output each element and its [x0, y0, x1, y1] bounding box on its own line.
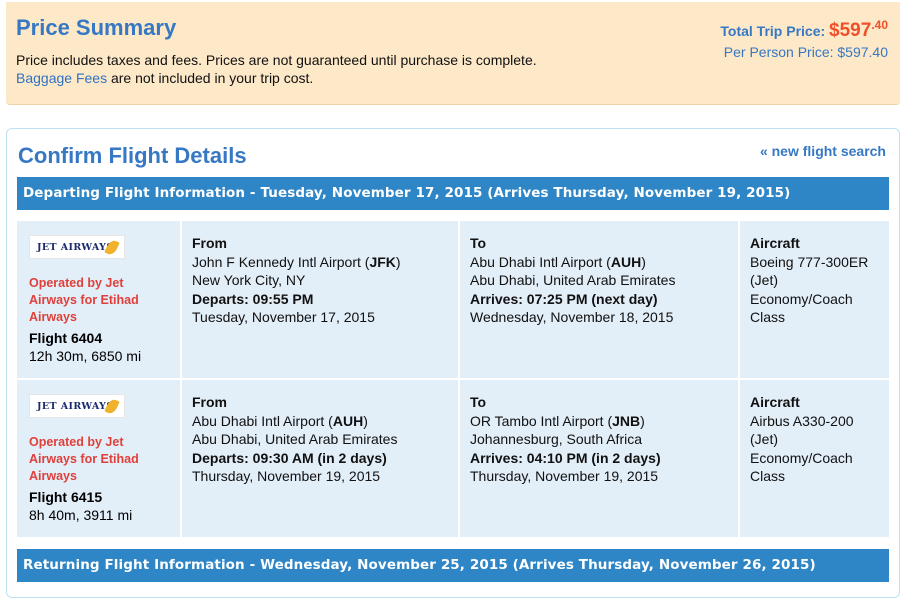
airline-logo-text: JET AIRWAYS: [37, 401, 114, 412]
returning-flight-header: Returning Flight Information - Wednesday…: [17, 549, 889, 582]
flight-segment-row: JET AIRWAYS Operated by Jet Airways for …: [17, 221, 889, 378]
departure-date: Thursday, November 19, 2015: [192, 468, 381, 484]
departure-time: Departs: 09:55 PM: [192, 290, 314, 307]
departure-date: Tuesday, November 17, 2015: [192, 309, 375, 325]
from-label: From: [192, 394, 227, 410]
to-airport: OR Tambo Intl Airport (JNB): [470, 412, 645, 429]
airline-logo-text: JET AIRWAYS: [37, 242, 114, 253]
from-city: Abu Dhabi, United Arab Emirates: [192, 431, 398, 447]
airline-column: JET AIRWAYS Operated by Jet Airways for …: [17, 380, 180, 537]
total-price-cents: .40: [871, 18, 888, 32]
price-summary-title: Price Summary: [16, 15, 177, 40]
to-column: To OR Tambo Intl Airport (JNB) Johannesb…: [458, 380, 740, 537]
to-column: To Abu Dhabi Intl Airport (AUH) Abu Dhab…: [458, 221, 740, 378]
from-column: From John F Kennedy Intl Airport (JFK) N…: [180, 221, 460, 378]
from-airport: Abu Dhabi Intl Airport (AUH): [192, 412, 368, 429]
arrival-date: Wednesday, November 18, 2015: [470, 309, 674, 325]
from-column: From Abu Dhabi Intl Airport (AUH) Abu Dh…: [180, 380, 460, 537]
aircraft-label: Aircraft: [750, 235, 800, 251]
flight-duration: 8h 40m, 3911 mi: [29, 507, 133, 523]
departing-flight-header: Departing Flight Information - Tuesday, …: [17, 177, 889, 210]
departure-time: Departs: 09:30 AM (in 2 days): [192, 449, 387, 466]
aircraft-type: Boeing 777-300ER (Jet): [750, 253, 869, 289]
aircraft-column: Aircraft Boeing 777-300ER (Jet) Economy/…: [738, 221, 891, 378]
total-trip-price: Total Trip Price: $597.40: [720, 18, 888, 42]
confirm-flight-card: Confirm Flight Details « new flight sear…: [6, 128, 900, 598]
flight-segment-row: JET AIRWAYS Operated by Jet Airways for …: [17, 380, 889, 537]
jet-airways-logo: JET AIRWAYS: [29, 235, 125, 259]
aircraft-column: Aircraft Airbus A330-200 (Jet) Economy/C…: [738, 380, 891, 537]
operated-by-text: Operated by Jet Airways for Etihad Airwa…: [29, 435, 139, 483]
flight-number: Flight 6404: [29, 330, 103, 346]
to-airport: Abu Dhabi Intl Airport (AUH): [470, 253, 646, 270]
arrival-time: Arrives: 07:25 PM (next day): [470, 290, 658, 307]
new-flight-search-link[interactable]: « new flight search: [760, 143, 886, 159]
cabin-class: Economy/Coach Class: [750, 290, 853, 326]
arrival-time: Arrives: 04:10 PM (in 2 days): [470, 449, 661, 466]
from-airport: John F Kennedy Intl Airport (JFK): [192, 253, 401, 270]
to-airport-code: JNB: [612, 412, 641, 429]
to-airport-code: AUH: [610, 253, 642, 270]
operated-by-text: Operated by Jet Airways for Etihad Airwa…: [29, 276, 139, 324]
baggage-fees-link[interactable]: Baggage Fees: [16, 70, 107, 86]
jet-airways-logo: JET AIRWAYS: [29, 394, 125, 418]
from-airport-code: AUH: [332, 412, 364, 429]
total-price-amount: $597: [829, 20, 872, 41]
confirm-flight-title: Confirm Flight Details: [18, 143, 247, 168]
from-airport-code: JFK: [369, 253, 396, 270]
baggage-note: Baggage Fees are not included in your tr…: [16, 70, 313, 86]
price-summary-panel: Price Summary Price includes taxes and f…: [6, 2, 900, 105]
price-disclaimer: Price includes taxes and fees. Prices ar…: [16, 52, 537, 68]
aircraft-label: Aircraft: [750, 394, 800, 410]
flight-duration: 12h 30m, 6850 mi: [29, 348, 142, 364]
to-label: To: [470, 235, 487, 251]
from-city: New York City, NY: [192, 272, 306, 288]
arrival-date: Thursday, November 19, 2015: [470, 468, 659, 484]
total-price-label: Total Trip Price:: [720, 23, 830, 39]
aircraft-type: Airbus A330-200 (Jet): [750, 412, 854, 448]
baggage-note-text: are not included in your trip cost.: [107, 70, 314, 86]
flight-number: Flight 6415: [29, 489, 103, 505]
per-person-price: Per Person Price: $597.40: [723, 44, 888, 60]
to-label: To: [470, 394, 487, 410]
to-city: Johannesburg, South Africa: [470, 431, 643, 447]
cabin-class: Economy/Coach Class: [750, 449, 853, 485]
airline-column: JET AIRWAYS Operated by Jet Airways for …: [17, 221, 180, 378]
to-city: Abu Dhabi, United Arab Emirates: [470, 272, 676, 288]
from-label: From: [192, 235, 227, 251]
